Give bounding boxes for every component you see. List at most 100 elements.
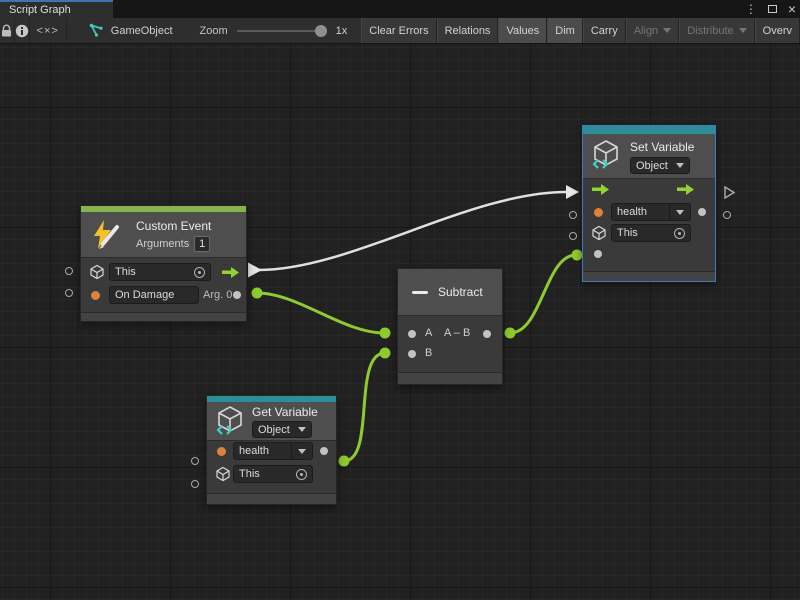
target-field[interactable]: This: [109, 263, 211, 281]
flow-output-arrow-icon[interactable]: [676, 183, 695, 196]
input-a-port[interactable]: [408, 330, 416, 338]
maximize-icon[interactable]: [768, 5, 777, 13]
wire-endpoint: [252, 288, 263, 299]
variable-name-value: health: [239, 445, 269, 457]
unconnected-input-port[interactable]: [65, 267, 73, 275]
zoom-slider[interactable]: [237, 30, 325, 32]
relations-button[interactable]: Relations: [437, 18, 499, 43]
node-footer: [398, 372, 502, 384]
subtract-body: A A – B B: [398, 316, 502, 371]
wire-endpoint: [339, 456, 350, 467]
tab-script-graph[interactable]: Script Graph: [0, 0, 113, 18]
clear-errors-button[interactable]: Clear Errors: [361, 18, 436, 43]
flow-input-arrow-icon[interactable]: [591, 183, 610, 196]
result-port[interactable]: [483, 330, 491, 338]
graph-source[interactable]: GameObject: [89, 18, 173, 43]
variable-name-port[interactable]: [594, 208, 603, 217]
chevron-down-icon: [739, 28, 747, 33]
node-title: Subtract: [438, 285, 483, 299]
carry-toggle[interactable]: Carry: [583, 18, 626, 43]
result-port-label: A – B: [444, 327, 470, 339]
node-subtract[interactable]: Subtract A A – B B: [397, 268, 503, 385]
align-dropdown[interactable]: Align: [626, 18, 679, 43]
variable-scope-dropdown[interactable]: Object: [252, 421, 312, 438]
gameobject-cube-icon: [591, 225, 607, 241]
event-port[interactable]: [91, 291, 100, 300]
arguments-input[interactable]: 1: [194, 236, 210, 252]
value-output-port[interactable]: [594, 250, 602, 258]
node-footer: [207, 493, 336, 504]
edit-graph-button[interactable]: <×>: [30, 18, 67, 43]
object-picker-icon[interactable]: [674, 228, 685, 239]
variable-name-port[interactable]: [217, 447, 226, 456]
toolbar-buttons: Clear Errors Relations Values Dim Carry …: [361, 18, 800, 43]
custom-event-header: Custom Event Arguments1: [81, 212, 246, 258]
graph-canvas[interactable]: Custom Event Arguments1 This: [0, 44, 800, 600]
arguments-row: Arguments 1: [136, 236, 210, 252]
dropdown-caret-cell[interactable]: [669, 204, 690, 220]
node-custom-event[interactable]: Custom Event Arguments1 This: [80, 205, 247, 322]
arg0-port[interactable]: [233, 291, 241, 299]
event-name-value: On Damage: [115, 289, 174, 301]
zoom-slider-handle[interactable]: [315, 25, 327, 37]
unconnected-input-port[interactable]: [191, 457, 199, 465]
variable-scope-dropdown[interactable]: Object: [630, 157, 690, 174]
input-b-port[interactable]: [408, 350, 416, 358]
variable-cube-icon: [215, 405, 245, 437]
zoom-value: 1x: [336, 25, 348, 37]
align-label: Align: [634, 25, 658, 37]
variable-name-value: health: [617, 206, 647, 218]
lock-button[interactable]: [0, 18, 15, 43]
close-icon[interactable]: ×: [788, 0, 796, 18]
input-a-label: A: [425, 327, 432, 339]
info-button[interactable]: [15, 18, 30, 43]
wire-value-getvariable-subtractB: [344, 353, 385, 461]
menu-icon[interactable]: ⋮: [745, 0, 757, 18]
unconnected-output-port[interactable]: [723, 211, 731, 219]
chevron-down-icon: [676, 210, 684, 215]
values-toggle[interactable]: Values: [498, 18, 547, 43]
unconnected-input-port[interactable]: [191, 480, 199, 488]
variable-name-dropdown[interactable]: health: [233, 442, 313, 460]
subtract-header: Subtract: [398, 269, 502, 316]
event-name-field[interactable]: On Damage: [109, 286, 199, 304]
unconnected-input-port[interactable]: [569, 232, 577, 240]
node-title: Set Variable: [630, 140, 694, 154]
target-field[interactable]: This: [233, 465, 313, 483]
chevron-down-icon: [676, 163, 684, 168]
graph-source-icon: [89, 23, 104, 38]
target-value: This: [239, 468, 260, 480]
unconnected-input-port[interactable]: [65, 289, 73, 297]
dim-toggle[interactable]: Dim: [547, 18, 583, 43]
variable-cube-icon: [591, 139, 621, 171]
wire-endpoint: [380, 328, 391, 339]
script-graph-window: Script Graph ⋮ × <×>: [0, 0, 800, 600]
set-variable-header: Set Variable Object: [583, 134, 715, 179]
lock-icon: [0, 24, 13, 38]
set-variable-body: health This: [583, 179, 715, 271]
object-picker-icon[interactable]: [194, 267, 205, 278]
chevron-down-icon: [298, 449, 306, 454]
graph-toolbar: <×> GameObject Zoom 1x Clear Errors Rela…: [0, 18, 800, 44]
variable-name-dropdown[interactable]: health: [611, 203, 691, 221]
flow-output-arrow-icon[interactable]: [221, 266, 240, 279]
value-output-port[interactable]: [320, 447, 328, 455]
arguments-label: Arguments: [136, 238, 189, 250]
value-input-port[interactable]: [698, 208, 706, 216]
tab-bar: Script Graph ⋮ ×: [0, 0, 800, 18]
unconnected-flow-output[interactable]: [723, 185, 736, 200]
distribute-dropdown[interactable]: Distribute: [679, 18, 754, 43]
wire-endpoint: [572, 250, 583, 261]
node-footer: [583, 271, 715, 281]
custom-event-icon: [89, 218, 121, 252]
info-icon: [15, 24, 29, 38]
dropdown-caret-cell[interactable]: [291, 443, 312, 459]
node-get-variable[interactable]: Get Variable Object health: [206, 395, 337, 505]
zoom-control: Zoom 1x: [200, 18, 348, 43]
unconnected-input-port[interactable]: [569, 211, 577, 219]
target-field[interactable]: This: [611, 224, 691, 242]
object-picker-icon[interactable]: [296, 469, 307, 480]
node-set-variable[interactable]: Set Variable Object health: [582, 125, 716, 282]
overview-button[interactable]: Overv: [755, 18, 800, 43]
node-accent-bar: [583, 126, 715, 134]
